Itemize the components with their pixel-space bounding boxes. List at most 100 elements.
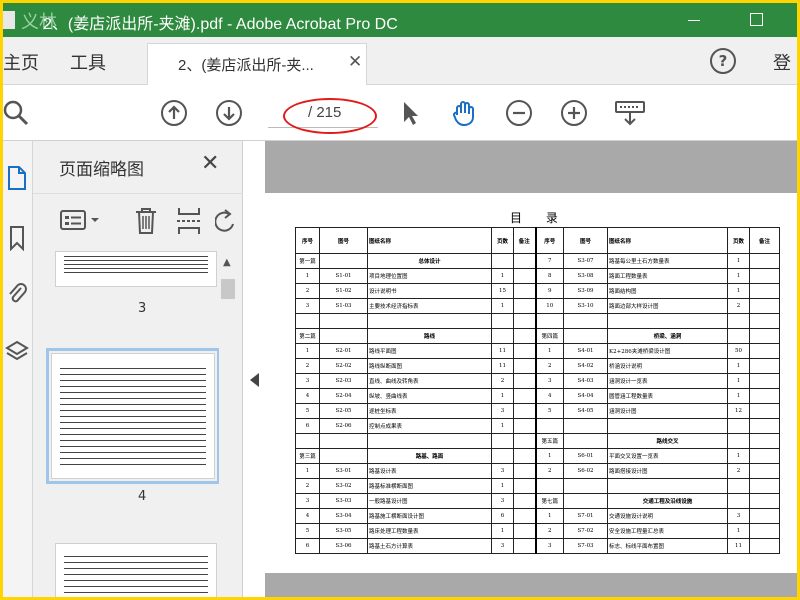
table-header-row: 序号 图号 图纸名称 页数 备注 序号 图号 图纸名称 页数 备注: [295, 227, 780, 254]
table-cell: [727, 313, 750, 329]
table-cell: 4: [534, 388, 564, 404]
hand-tool-icon[interactable]: [450, 99, 478, 127]
toolbar: / 215: [3, 85, 797, 141]
table-cell: 路线: [367, 328, 492, 344]
thumbnail-scrollbar[interactable]: ▲: [219, 253, 237, 597]
tab-home[interactable]: 主页: [3, 49, 39, 75]
table-cell: 页数: [727, 227, 750, 254]
panel-toolbar: [33, 193, 243, 249]
table-cell: 序号: [534, 227, 564, 254]
table-cell: S7-01: [563, 508, 608, 524]
table-cell: 6: [491, 508, 514, 524]
table-row: [295, 313, 780, 329]
rotate-page-icon[interactable]: [215, 206, 235, 236]
keyboard-download-icon[interactable]: [614, 99, 646, 127]
table-cell: [513, 463, 536, 479]
table-cell: S3-08: [563, 268, 608, 284]
table-cell: [513, 478, 536, 494]
table-cell: 2: [727, 463, 750, 479]
tab-document[interactable]: 2、(姜店派出所-夹... ✕: [147, 43, 367, 85]
thumbnail-options-icon[interactable]: [59, 208, 103, 234]
table-cell: 1: [491, 388, 514, 404]
table-cell: [513, 268, 536, 284]
table-cell: S6-02: [563, 463, 608, 479]
table-cell: [513, 373, 536, 389]
scrollbar-thumb[interactable]: [221, 279, 235, 299]
select-cursor-icon[interactable]: [396, 99, 424, 127]
next-page-icon[interactable]: [215, 99, 243, 127]
search-icon[interactable]: [3, 99, 31, 127]
delete-page-icon[interactable]: [133, 206, 159, 236]
thumbnail-page-5[interactable]: [55, 543, 217, 597]
table-cell: [319, 328, 368, 344]
table-cell: 7: [534, 253, 564, 269]
table-cell: [513, 418, 536, 434]
layers-icon[interactable]: [5, 339, 29, 365]
table-cell: 第二篇: [295, 328, 320, 344]
table-cell: 路线平面图: [367, 343, 492, 359]
table-cell: [563, 313, 608, 329]
table-row: 3 S3-03 一般路基设计图 3 第七篇 交通工程及沿线设施: [295, 493, 780, 509]
table-cell: [295, 433, 320, 449]
scroll-up-icon[interactable]: ▲: [223, 257, 231, 268]
minimize-button[interactable]: [671, 3, 717, 37]
table-cell: [749, 328, 780, 344]
extract-page-icon[interactable]: [175, 206, 203, 236]
table-cell: [749, 388, 780, 404]
table-cell: [491, 433, 514, 449]
table-cell: 总体设计: [367, 253, 492, 269]
login-button[interactable]: 登: [773, 49, 791, 75]
zoom-in-icon[interactable]: [560, 99, 588, 127]
help-icon[interactable]: ?: [710, 48, 736, 74]
table-cell: 2: [534, 463, 564, 479]
collapse-panel-icon[interactable]: [250, 373, 259, 387]
table-cell: 桥涵设计说明: [607, 358, 728, 374]
table-cell: 3: [534, 373, 564, 389]
table-cell: 路基每公里土石方数量表: [607, 253, 728, 269]
table-row: 2 S1-02 设计说明书 15 9 S3-09 路面结构图 1: [295, 283, 780, 299]
thumbnail-page-3[interactable]: [55, 251, 217, 287]
table-cell: 6: [295, 418, 320, 434]
bookmark-icon[interactable]: [5, 225, 29, 251]
table-cell: S4-05: [563, 403, 608, 419]
table-cell: 1: [727, 373, 750, 389]
table-cell: [491, 253, 514, 269]
table-cell: [727, 433, 750, 449]
maximize-button[interactable]: [733, 3, 779, 37]
zoom-out-icon[interactable]: [505, 99, 533, 127]
table-cell: 1: [491, 298, 514, 314]
attachment-icon[interactable]: [5, 281, 29, 307]
table-cell: [749, 298, 780, 314]
table-cell: S7-03: [563, 538, 608, 554]
table-cell: 3: [491, 493, 514, 509]
table-cell: 备注: [513, 227, 536, 254]
table-cell: 序号: [295, 227, 320, 254]
table-cell: [513, 283, 536, 299]
table-cell: 路面结构图: [607, 283, 728, 299]
thumbnail-page-4[interactable]: [46, 348, 220, 484]
table-cell: [513, 313, 536, 329]
table-cell: [513, 493, 536, 509]
table-cell: [607, 313, 728, 329]
table-cell: 第三篇: [295, 448, 320, 464]
table-cell: S2-06: [319, 418, 368, 434]
table-cell: [513, 523, 536, 539]
table-row: 6 S2-06 控制点成果表 1: [295, 418, 780, 434]
table-cell: 路床处理工程数量表: [367, 523, 492, 539]
document-view[interactable]: 目 录 序号 图号 图纸名称 页数 备注 序号 图号 图纸名称 页数 备注 第一篇 总体设计 7 S3-0…: [265, 141, 797, 597]
tab-tools[interactable]: 工具: [70, 49, 106, 75]
previous-page-icon[interactable]: [160, 99, 188, 127]
table-cell: [534, 313, 564, 329]
table-row: 5 S2-05 逐桩坐标表 3 5 S4-05 涵洞设计图 12: [295, 403, 780, 419]
thumbnails-panel: 页面缩略图 ✕ 3 4 ▲: [33, 141, 243, 597]
table-cell: [749, 403, 780, 419]
table-cell: 1: [727, 388, 750, 404]
table-cell: [319, 448, 368, 464]
close-tab-icon[interactable]: ✕: [348, 52, 362, 72]
page-thumbnails-icon[interactable]: [5, 165, 29, 191]
table-cell: 平面交叉设置一览表: [607, 448, 728, 464]
document-title: 目 录: [510, 211, 568, 225]
table-cell: 涵洞设计图: [607, 403, 728, 419]
table-cell: S4-03: [563, 373, 608, 389]
close-panel-icon[interactable]: ✕: [201, 151, 219, 176]
